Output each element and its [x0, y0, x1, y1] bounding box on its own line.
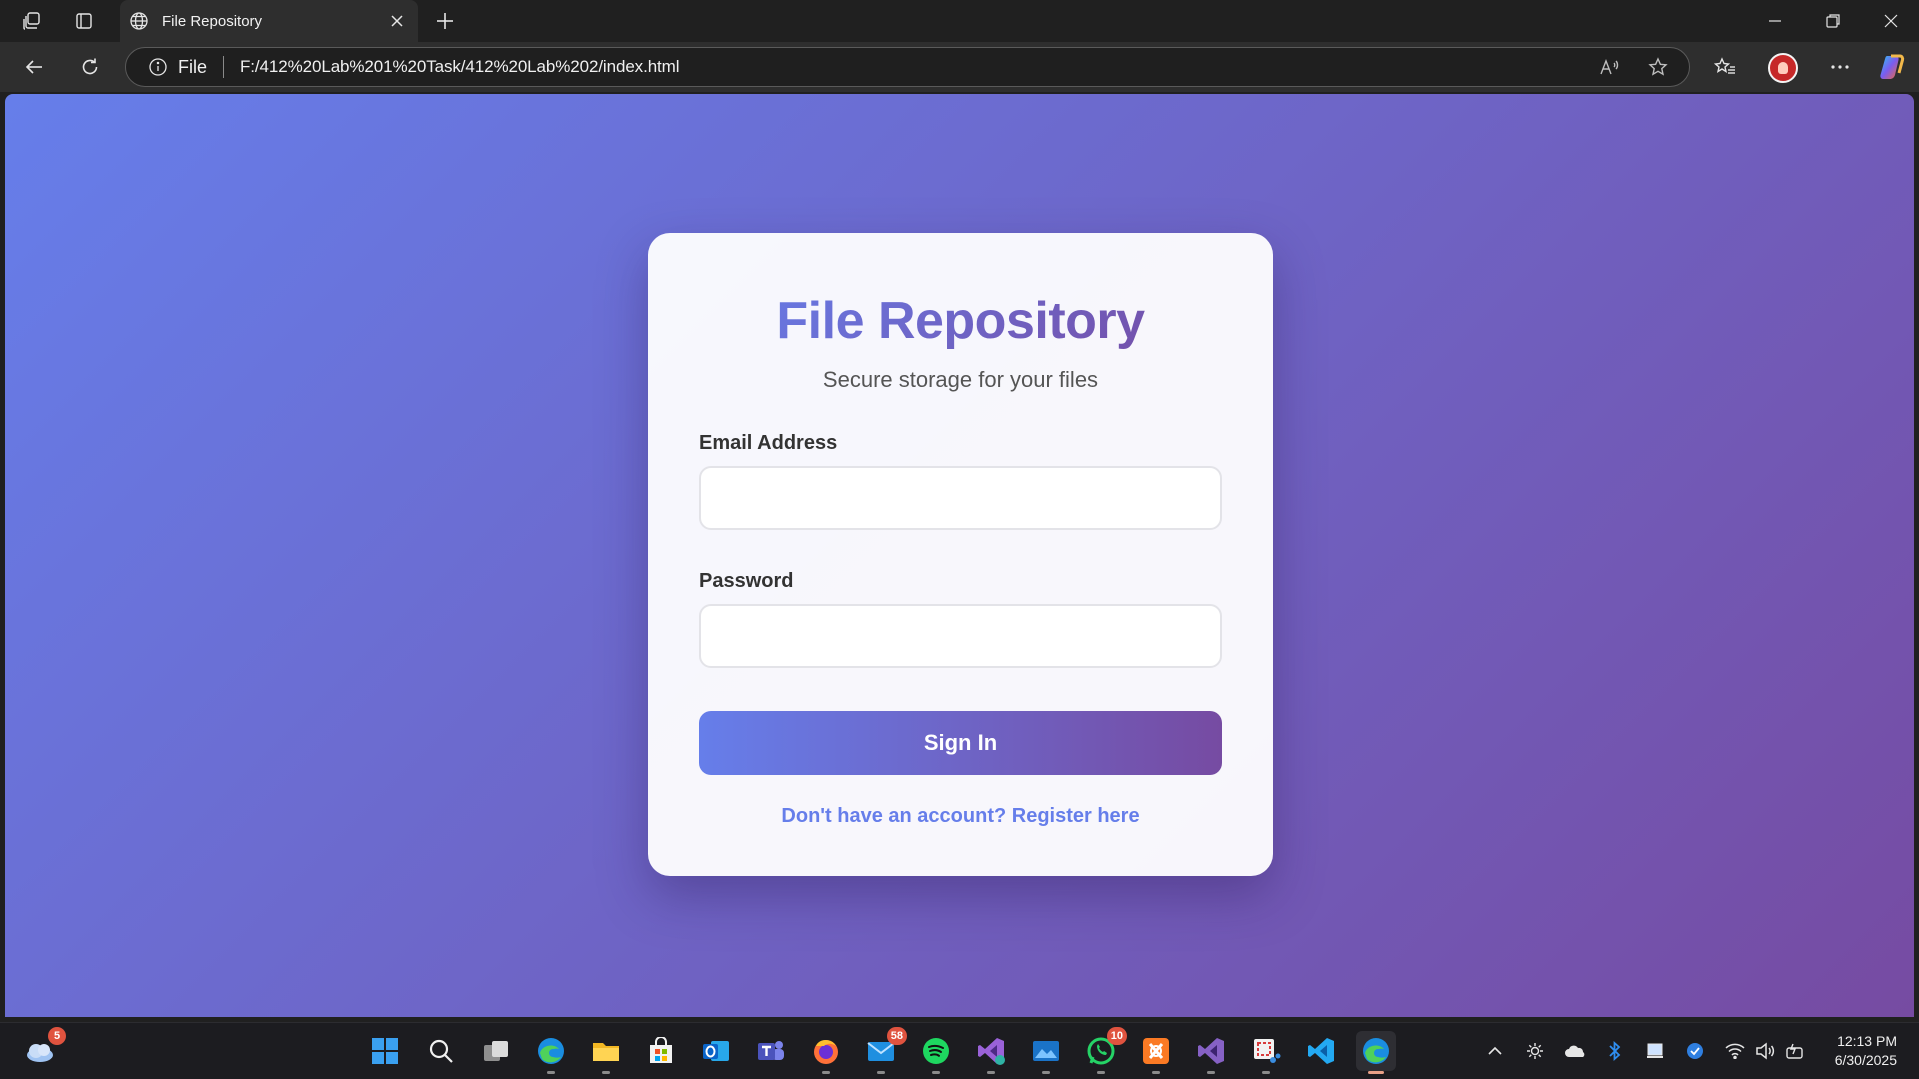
clock-date: 6/30/2025 [1834, 1052, 1897, 1068]
restore-icon[interactable] [1810, 6, 1856, 36]
snipping-tool-icon[interactable] [1246, 1031, 1286, 1074]
favorite-star-icon[interactable] [1641, 50, 1675, 84]
page-title: File Repository [699, 292, 1222, 350]
mail-badge: 58 [886, 1027, 907, 1045]
more-options-icon[interactable] [1823, 50, 1857, 84]
firefox-icon[interactable] [806, 1031, 846, 1074]
task-view-icon[interactable] [476, 1031, 516, 1071]
sign-in-button[interactable]: Sign In [699, 711, 1222, 776]
close-tab-icon[interactable] [386, 10, 408, 32]
onedrive-icon[interactable] [1561, 1037, 1589, 1065]
active-indicator [1368, 1071, 1384, 1074]
edge-active-icon[interactable] [1356, 1031, 1396, 1074]
bluetooth-icon[interactable] [1601, 1037, 1629, 1065]
file-explorer-icon[interactable] [586, 1031, 626, 1074]
battery-icon[interactable] [1781, 1037, 1809, 1065]
edge-icon[interactable] [531, 1031, 571, 1074]
whatsapp-badge: 10 [1106, 1027, 1127, 1045]
minimize-icon[interactable] [1752, 6, 1798, 36]
taskbar: 5 58 10 12:13 PM 6/30/2025 [0, 1022, 1919, 1079]
device-icon[interactable] [1641, 1037, 1669, 1065]
url-text[interactable]: F:/412%20Lab%201%20Task/412%20Lab%202/in… [240, 57, 1593, 77]
address-separator [223, 56, 225, 78]
system-clock[interactable]: 12:13 PM 6/30/2025 [1835, 1032, 1897, 1070]
running-indicator [547, 1071, 555, 1074]
xampp-icon[interactable] [1136, 1031, 1176, 1074]
running-indicator [1262, 1071, 1270, 1074]
tab-title: File Repository [162, 12, 263, 30]
store-icon[interactable] [641, 1031, 681, 1071]
photos-icon[interactable] [1026, 1031, 1066, 1074]
outlook-icon[interactable] [696, 1031, 736, 1071]
running-indicator [1097, 1071, 1105, 1074]
running-indicator [822, 1071, 830, 1074]
read-aloud-icon[interactable] [1593, 50, 1627, 84]
profile-avatar[interactable] [1768, 53, 1798, 83]
browser-toolbar: File F:/412%20Lab%201%20Task/412%20Lab%2… [0, 42, 1919, 92]
volume-icon[interactable] [1751, 1037, 1779, 1065]
running-indicator [602, 1071, 610, 1074]
running-indicator [987, 1071, 995, 1074]
password-input[interactable] [699, 604, 1222, 669]
running-indicator [932, 1071, 940, 1074]
clock-time: 12:13 PM [1837, 1033, 1897, 1049]
weather-badge: 5 [48, 1027, 66, 1045]
browser-tab-bar: File Repository [0, 0, 1919, 42]
address-bar[interactable]: File F:/412%20Lab%201%20Task/412%20Lab%2… [125, 47, 1690, 87]
show-hidden-icons-chevron-icon[interactable] [1481, 1037, 1509, 1065]
login-card: File Repository Secure storage for your … [648, 233, 1273, 876]
email-input[interactable] [699, 466, 1222, 531]
start-icon[interactable] [365, 1031, 405, 1071]
page-viewport: File Repository Secure storage for your … [5, 94, 1914, 1017]
password-label: Password [699, 570, 794, 593]
tab-file-repository[interactable]: File Repository [120, 0, 418, 42]
new-tab-icon[interactable] [430, 6, 460, 36]
running-indicator [1152, 1071, 1160, 1074]
running-indicator [1042, 1071, 1050, 1074]
refresh-icon[interactable] [73, 50, 107, 84]
workspaces-icon[interactable] [17, 6, 47, 36]
tab-actions-icon[interactable] [69, 6, 99, 36]
scheme-label: File [178, 56, 208, 77]
register-link[interactable]: Don't have an account? Register here [699, 805, 1222, 828]
page-subtitle: Secure storage for your files [822, 367, 1099, 393]
visual-studio-2-icon[interactable] [1191, 1031, 1231, 1074]
weather-icon[interactable]: 5 [20, 1027, 66, 1071]
whatsapp-icon[interactable]: 10 [1081, 1027, 1127, 1074]
wifi-icon[interactable] [1721, 1037, 1749, 1065]
copilot-icon[interactable] [1876, 50, 1910, 84]
security-icon[interactable] [1681, 1037, 1709, 1065]
search-icon[interactable] [421, 1031, 461, 1071]
favorites-icon[interactable] [1708, 50, 1742, 84]
vscode-icon[interactable] [1301, 1031, 1341, 1071]
close-window-icon[interactable] [1868, 6, 1914, 36]
mail-icon[interactable]: 58 [861, 1027, 907, 1074]
back-icon[interactable] [17, 50, 51, 84]
globe-icon [128, 10, 150, 32]
brightness-icon[interactable] [1521, 1037, 1549, 1065]
site-info-icon[interactable] [146, 55, 170, 79]
avatar-head-icon [1778, 62, 1788, 74]
running-indicator [877, 1071, 885, 1074]
email-label: Email Address [699, 432, 838, 455]
teams-icon[interactable] [751, 1031, 791, 1071]
visual-studio-icon[interactable] [971, 1031, 1011, 1074]
running-indicator [1207, 1071, 1215, 1074]
spotify-icon[interactable] [916, 1031, 956, 1074]
